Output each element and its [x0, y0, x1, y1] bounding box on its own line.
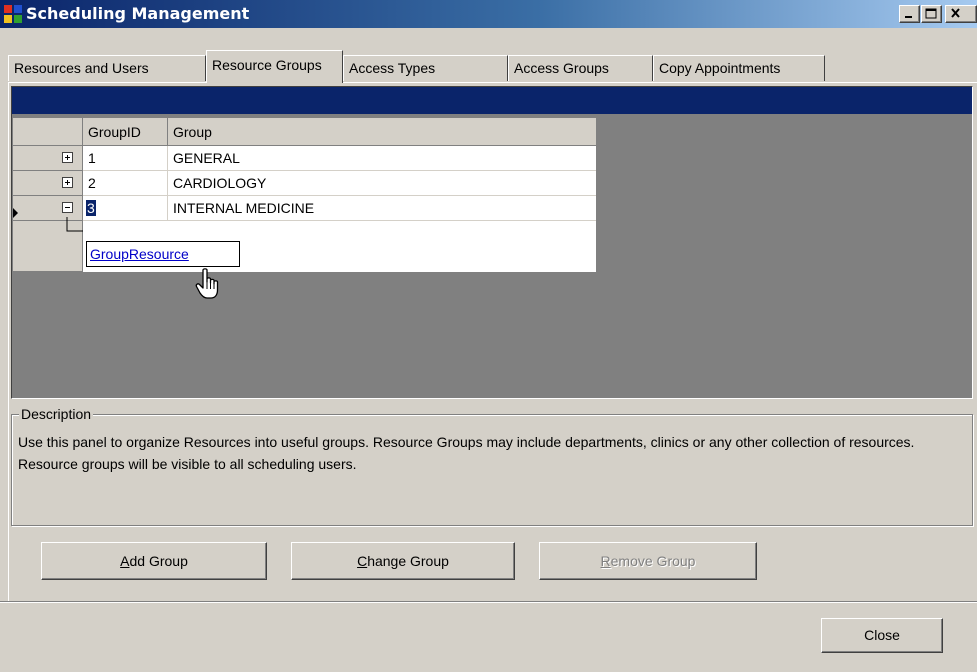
close-window-button[interactable] [945, 5, 977, 23]
tab-resources-and-users[interactable]: Resources and Users [8, 55, 206, 81]
grid-caption-bar [12, 87, 972, 114]
description-legend: Description [19, 405, 94, 423]
maximize-button[interactable] [921, 5, 942, 23]
expand-icon[interactable] [62, 152, 73, 163]
expand-icon[interactable] [62, 177, 73, 188]
minimize-button[interactable] [899, 5, 920, 23]
add-group-label: dd Group [129, 553, 188, 569]
close-icon [946, 6, 976, 22]
add-group-button[interactable]: Add Group [41, 542, 267, 580]
cell-groupid[interactable]: 1 [83, 146, 168, 171]
grid-table[interactable]: GroupID Group 1 GENERAL 2 CARDIOLOGY 3 I… [13, 118, 596, 272]
tab-label: Access Types [349, 60, 436, 76]
cell-group[interactable]: CARDIOLOGY [168, 171, 596, 196]
app-icon [4, 5, 22, 23]
row-header[interactable] [13, 171, 83, 196]
tab-access-groups[interactable]: Access Groups [508, 55, 653, 81]
selected-cell-value[interactable]: 3 [86, 200, 96, 216]
change-group-button[interactable]: Change Group [291, 542, 515, 580]
child-relation-box[interactable]: GroupResource [86, 241, 240, 267]
remove-group-button[interactable]: Remove Group [539, 542, 757, 580]
tab-label: Resource Groups [212, 57, 322, 73]
remove-group-label: emove Group [610, 553, 696, 569]
maximize-icon [922, 6, 941, 22]
footer-separator [0, 601, 977, 603]
close-button[interactable]: Close [821, 618, 943, 653]
row-header[interactable] [13, 146, 83, 171]
remove-group-mnemonic: R [600, 553, 611, 569]
change-group-mnemonic: C [357, 553, 368, 569]
tab-access-types[interactable]: Access Types [343, 55, 508, 81]
close-button-label: Close [864, 627, 900, 643]
cell-groupid-selected[interactable]: 3 [83, 196, 168, 221]
row-header-corner [13, 118, 83, 146]
description-text: Use this panel to organize Resources int… [18, 434, 915, 472]
tab-label: Access Groups [514, 60, 609, 76]
hand-cursor-icon [194, 268, 224, 302]
column-header-group[interactable]: Group [168, 118, 596, 146]
tab-resource-groups[interactable]: Resource Groups [206, 50, 343, 83]
window-title: Scheduling Management [26, 4, 250, 23]
column-header-groupid[interactable]: GroupID [83, 118, 168, 146]
collapse-icon[interactable] [62, 202, 73, 213]
minimize-icon [900, 6, 919, 22]
change-group-label: hange Group [367, 553, 449, 569]
tab-copy-appointments[interactable]: Copy Appointments [653, 55, 825, 81]
group-resource-link[interactable]: GroupResource [90, 246, 189, 262]
tab-label: Resources and Users [14, 60, 149, 76]
cell-group[interactable]: GENERAL [168, 146, 596, 171]
tab-label: Copy Appointments [659, 60, 781, 76]
cell-groupid[interactable]: 2 [83, 171, 168, 196]
cell-group[interactable]: INTERNAL MEDICINE [168, 196, 596, 221]
row-header-child [13, 217, 84, 272]
